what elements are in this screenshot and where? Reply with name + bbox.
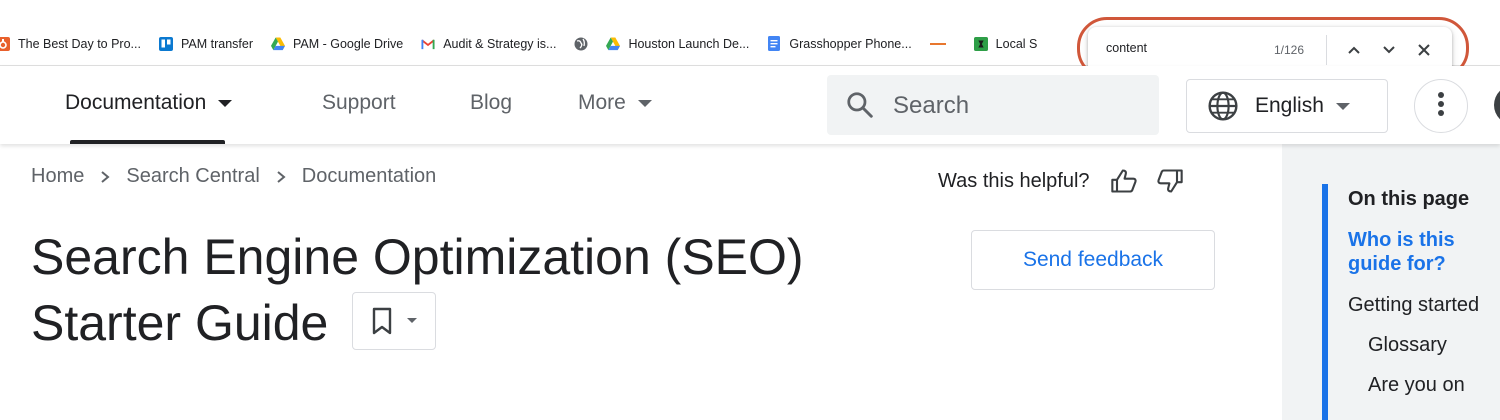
nav-documentation[interactable]: Documentation [65, 91, 233, 115]
bookmark-dash[interactable] [929, 42, 956, 45]
search-icon [845, 90, 875, 125]
nav-more-label: More [578, 91, 626, 114]
bookmark-globe[interactable] [574, 37, 588, 51]
breadcrumb-documentation[interactable]: Documentation [302, 165, 437, 188]
helpful-label: Was this helpful? [938, 169, 1090, 192]
bookmark-audit-strategy[interactable]: Audit & Strategy is... [421, 37, 556, 51]
globe-icon [574, 37, 588, 51]
bookmark-label: Grasshopper Phone... [789, 36, 912, 51]
chevron-up-icon [1348, 46, 1360, 54]
dash-icon [929, 42, 946, 45]
more-vert-icon [1437, 91, 1445, 122]
toc-item-getting-started[interactable]: Getting started [1348, 294, 1479, 317]
nav-documentation-label: Documentation [65, 91, 207, 114]
google-drive-icon [606, 36, 621, 51]
language-label: English [1255, 94, 1324, 117]
toc-active-indicator [1322, 184, 1328, 420]
breadcrumb-home[interactable]: Home [31, 165, 84, 188]
bookmark-grasshopper[interactable]: Grasshopper Phone... [767, 36, 912, 51]
bookmark-icon [373, 307, 392, 334]
trello-icon [158, 36, 173, 51]
helpful-feedback: Was this helpful? [938, 165, 1186, 197]
google-docs-icon [767, 36, 781, 51]
caret-down-icon [218, 99, 233, 107]
chevron-right-icon [100, 170, 110, 184]
more-options-button[interactable] [1414, 79, 1468, 133]
bookmark-pam-drive[interactable]: PAM - Google Drive [270, 36, 404, 51]
language-selector[interactable]: English [1186, 79, 1388, 133]
nav-blog[interactable]: Blog [470, 91, 512, 115]
toc-heading: On this page [1348, 188, 1470, 210]
caret-down-icon [1335, 102, 1350, 110]
search-input[interactable] [893, 92, 1143, 120]
bookmark-best-day[interactable]: The Best Day to Pro... [0, 37, 141, 51]
bookmark-label: PAM - Google Drive [292, 36, 404, 51]
toc-item-who-is-this-guide-for[interactable]: Who is this guide for? [1348, 228, 1498, 276]
green-logo-icon [973, 36, 988, 51]
site-header: Documentation Support Blog More English [0, 66, 1500, 144]
breadcrumb-search-central[interactable]: Search Central [126, 165, 259, 188]
bookmark-houston-launch[interactable]: Houston Launch De... [606, 37, 749, 51]
find-previous-button[interactable] [1344, 40, 1364, 60]
bookmark-button[interactable] [352, 291, 437, 350]
bookmark-local[interactable]: Local S [973, 36, 1038, 51]
caret-down-icon [407, 318, 418, 324]
thumb-up-button[interactable] [1108, 165, 1140, 197]
toc-item-glossary[interactable]: Glossary [1368, 334, 1447, 357]
bookmark-pam-transfer[interactable]: PAM transfer [158, 36, 253, 51]
table-of-contents: On this page Who is this guide for? Gett… [1282, 144, 1500, 420]
caret-down-icon [637, 99, 652, 107]
thumb-down-icon [1156, 169, 1183, 193]
find-next-button[interactable] [1379, 40, 1399, 60]
find-close-button[interactable] [1414, 40, 1434, 60]
site-search[interactable] [827, 75, 1159, 135]
toc-item-are-you-on[interactable]: Are you on [1368, 374, 1465, 397]
active-tab-indicator [70, 140, 225, 144]
breadcrumb: Home Search Central Documentation [31, 165, 436, 188]
send-feedback-label: Send feedback [1022, 248, 1164, 271]
orange-logo-icon [0, 36, 10, 51]
thumb-up-icon [1110, 169, 1137, 193]
google-drive-icon [270, 36, 285, 51]
chevron-down-icon [1383, 46, 1395, 54]
avatar[interactable] [1494, 85, 1500, 125]
gmail-icon [421, 37, 435, 51]
chevron-right-icon [276, 170, 286, 184]
find-divider [1326, 35, 1327, 65]
browser-top-strip [0, 0, 1500, 22]
bookmark-label: The Best Day to Pro... [18, 36, 141, 51]
bookmark-label: Houston Launch De... [628, 36, 750, 51]
bookmark-label: Local S [995, 36, 1038, 51]
send-feedback-button[interactable]: Send feedback [971, 230, 1215, 290]
thumb-down-button[interactable] [1154, 165, 1186, 197]
page-title: Search Engine Optimization (SEO) Starter… [31, 224, 931, 356]
globe-icon [1207, 90, 1239, 122]
nav-more[interactable]: More [578, 91, 652, 115]
close-icon [1418, 44, 1430, 56]
bookmark-label: PAM transfer [180, 36, 253, 51]
find-input[interactable] [1106, 41, 1256, 55]
nav-support[interactable]: Support [322, 91, 396, 115]
bookmark-label: Audit & Strategy is... [443, 36, 557, 51]
nav-support-label: Support [322, 91, 396, 114]
find-match-count: 1/126 [1274, 43, 1305, 57]
nav-blog-label: Blog [470, 91, 513, 114]
